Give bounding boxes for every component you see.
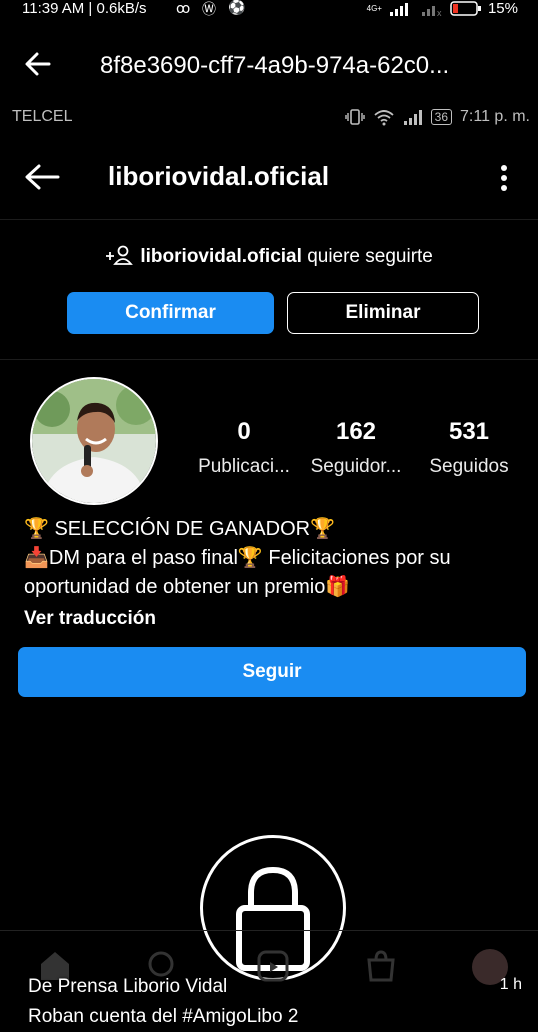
- request-text: quiere seguirte: [307, 246, 433, 267]
- inner-battery-level: 36: [434, 110, 449, 124]
- delete-button[interactable]: Eliminar: [287, 292, 479, 334]
- follow-request: liboriovidal.oficial quiere seguirte: [0, 245, 538, 268]
- caption-line: Roban cuenta del #AmigoLibo 2: [28, 1006, 299, 1027]
- divider: [0, 359, 538, 360]
- see-translation-link[interactable]: Ver traducción: [24, 604, 524, 633]
- carrier-name: TELCEL: [12, 108, 73, 125]
- inner-time: 7:11 p. m.: [460, 108, 530, 125]
- wifi-icon: [374, 110, 394, 126]
- bio-line: 🏆 SELECCIÓN DE GANADOR🏆: [24, 518, 335, 540]
- confirm-button[interactable]: Confirmar: [67, 292, 274, 334]
- stat-value: 531: [448, 418, 490, 445]
- battery-percent: 15%: [487, 0, 518, 17]
- wordpress-icon: Ⓦ: [202, 1, 216, 17]
- stat-following[interactable]: 531 Seguidos: [416, 418, 522, 478]
- stat-label: Publicaci...: [198, 456, 290, 477]
- svg-text:x: x: [437, 8, 442, 16]
- bio-line: oportunidad de obtener un premio🎁: [24, 576, 351, 598]
- request-username[interactable]: liboriovidal.oficial: [140, 246, 302, 267]
- voicemail-icon: ꝏ: [176, 0, 191, 16]
- status-right: 4G+ x 15%: [367, 0, 518, 17]
- post-time: 1 h: [499, 976, 522, 993]
- more-options-icon[interactable]: [500, 164, 508, 192]
- stat-posts[interactable]: 0 Publicaci...: [190, 418, 298, 478]
- follow-button[interactable]: Seguir: [18, 647, 526, 697]
- profile-back-arrow-icon[interactable]: [24, 162, 60, 192]
- divider: [0, 219, 538, 220]
- stat-label: Seguidor...: [310, 456, 402, 477]
- profile-header: liboriovidal.oficial: [0, 150, 538, 210]
- profile-avatar[interactable]: [30, 377, 158, 505]
- bio-line: 📥DM para el paso final🏆 Felicitaciones p…: [24, 547, 451, 569]
- stat-value: 0: [237, 418, 251, 445]
- add-person-icon: [106, 245, 133, 265]
- status-time-speed: 11:39 AM | 0.6kB/s: [22, 0, 147, 17]
- viewer-title: 8f8e3690-cff7-4a9b-974a-62c0...: [100, 52, 450, 79]
- inner-status-right: 36 7:11 p. m.: [344, 108, 530, 126]
- stat-label: Seguidos: [429, 456, 509, 477]
- shop-icon[interactable]: [364, 949, 398, 983]
- avatar-photo: [32, 379, 156, 503]
- video-caption: De Prensa Liborio Vidal Roban cuenta del…: [28, 972, 298, 1032]
- caption-line: De Prensa Liborio Vidal: [28, 976, 228, 997]
- soccer-icon: ⚽: [228, 0, 246, 15]
- signal-off-icon: x: [421, 5, 442, 16]
- viewer-header: 8f8e3690-cff7-4a9b-974a-62c0...: [0, 40, 538, 90]
- cell-signal-icon: [403, 110, 422, 125]
- profile-username: liboriovidal.oficial: [108, 161, 330, 191]
- outer-status-bar: 11:39 AM | 0.6kB/s ꝏ Ⓦ ⚽ 4G+ x 15%: [0, 0, 538, 20]
- inner-status-bar: TELCEL 36 7:11 p. m.: [0, 105, 538, 129]
- network-type: 4G+: [366, 3, 382, 13]
- battery-icon: [450, 1, 481, 16]
- vibrate-icon: [344, 109, 365, 125]
- signal-icon: [389, 2, 408, 16]
- profile-bio: 🏆 SELECCIÓN DE GANADOR🏆 📥DM para el paso…: [24, 515, 524, 633]
- stat-value: 162: [335, 418, 377, 445]
- stat-followers[interactable]: 162 Seguidor...: [302, 418, 410, 478]
- inner-battery: 36: [430, 109, 453, 125]
- back-arrow-icon[interactable]: [24, 50, 52, 78]
